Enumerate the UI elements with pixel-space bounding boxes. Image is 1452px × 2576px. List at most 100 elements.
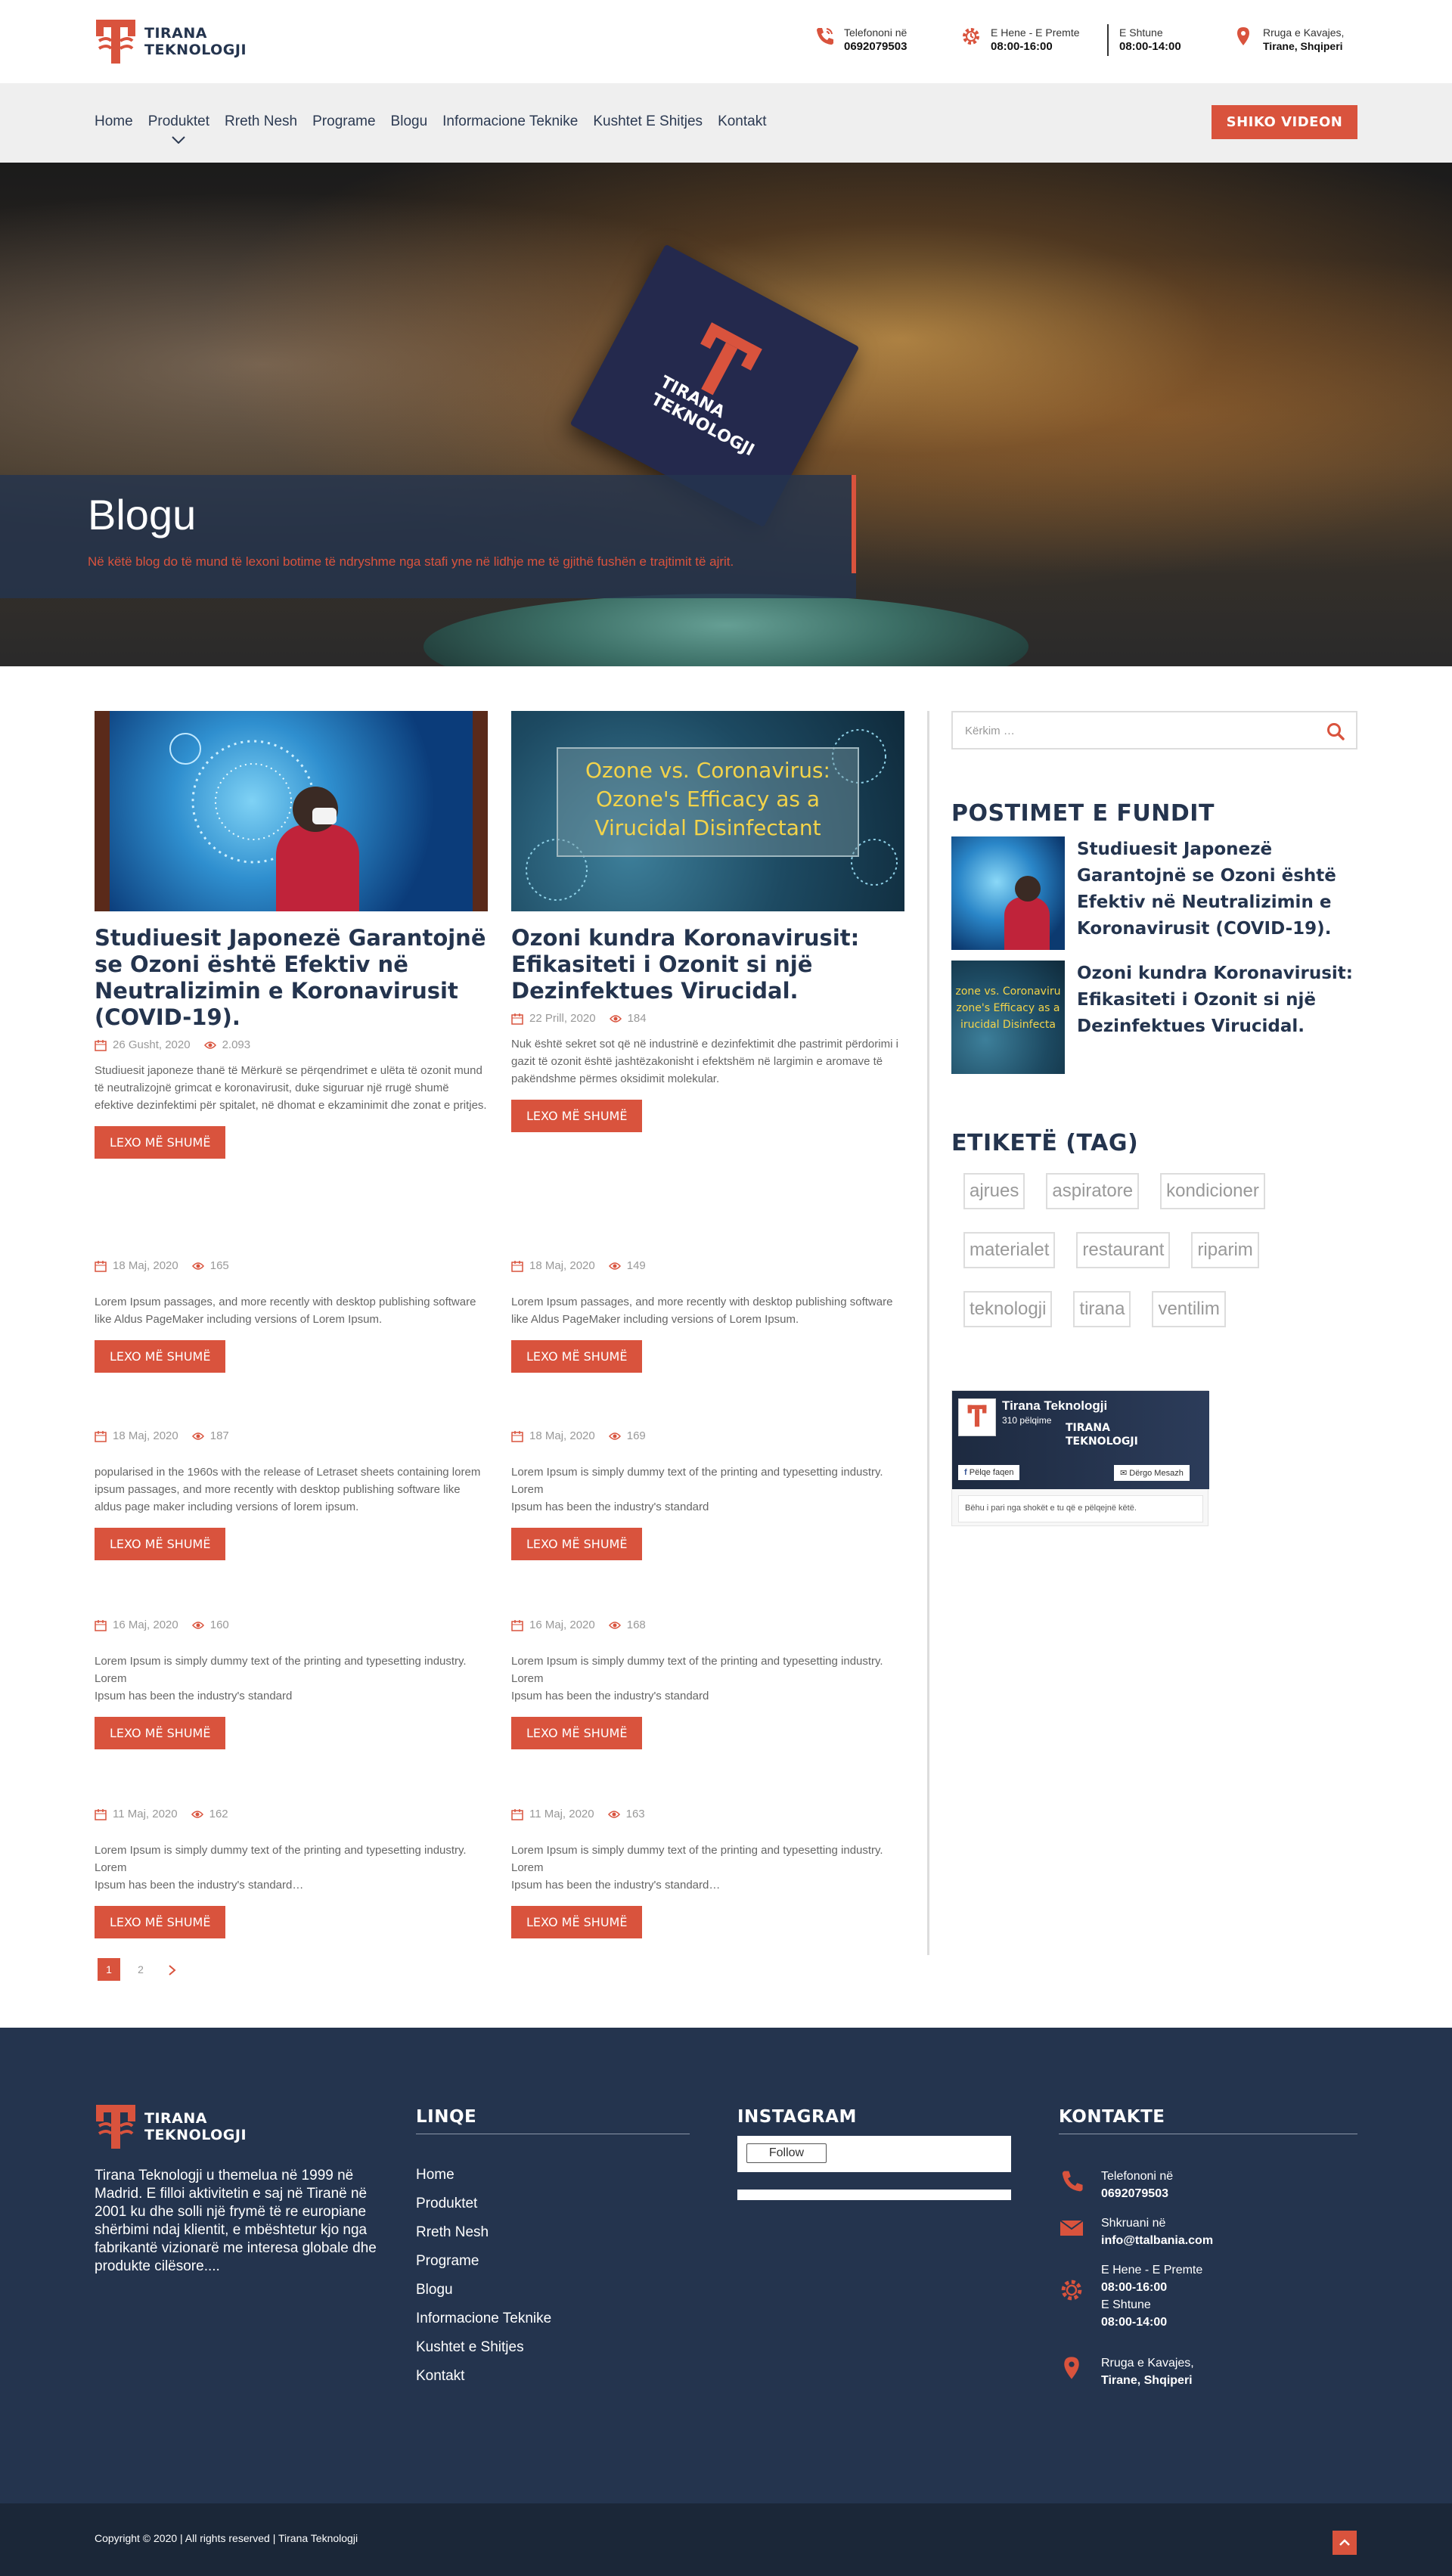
footer-link-kushtet-e-shitjes[interactable]: Kushtet e Shitjes (416, 2339, 551, 2356)
read-more-button[interactable]: LEXO MË SHUMË (511, 1528, 643, 1560)
search-icon[interactable] (1326, 722, 1345, 741)
tag-aspiratore[interactable]: aspiratore (1046, 1173, 1140, 1209)
footer-link-produktet[interactable]: Produktet (416, 2195, 551, 2212)
search-input[interactable] (965, 722, 1298, 740)
post-meta: 18 Maj, 2020 169 (511, 1429, 904, 1442)
facebook-message-label: Dërgo Mesazh (1129, 1469, 1184, 1478)
post-meta: 18 Maj, 2020 149 (511, 1259, 904, 1272)
footer-email[interactable]: Shkruani në info@ttalbania.com (1059, 2215, 1213, 2250)
post-thumbnail[interactable] (95, 711, 488, 911)
nav-item-rreth-nesh[interactable]: Rreth Nesh (225, 113, 297, 130)
facebook-like-button[interactable]: f Pëlqe faqen (958, 1465, 1020, 1480)
nav-item-blogu[interactable]: Blogu (391, 113, 428, 130)
post-title[interactable]: Ozoni kundra Koronavirusit: Efikasiteti … (511, 925, 904, 1004)
tag-restaurant[interactable]: restaurant (1076, 1232, 1171, 1268)
eye-icon (191, 1621, 204, 1629)
nav-item-produktet[interactable]: Produktet (148, 113, 209, 144)
post-excerpt: popularised in the 1960s with the releas… (95, 1466, 481, 1513)
tag-teknologji[interactable]: teknologji (963, 1291, 1053, 1327)
recent-post-title[interactable]: Ozoni kundra Koronavirusit: Efikasiteti … (1077, 961, 1357, 1074)
read-more-button[interactable]: LEXO MË SHUMË (511, 1717, 643, 1749)
logo-line1: TIRANA (144, 2110, 207, 2127)
read-more-button[interactable]: LEXO MË SHUMË (95, 1717, 226, 1749)
footer-hours-saturday-value: 08:00-14:00 (1101, 2316, 1168, 2329)
recent-post-item[interactable]: zone vs. Coronaviru zone's Efficacy as a… (951, 961, 1357, 1074)
footer-link-programe[interactable]: Programe (416, 2252, 551, 2270)
page-title: Blogu (88, 491, 197, 538)
nav-item-home[interactable]: Home (95, 113, 133, 130)
instagram-follow-button[interactable]: Follow (746, 2143, 827, 2163)
page-number-2[interactable]: 2 (129, 1958, 152, 1981)
post-meta: 16 Maj, 2020 160 (95, 1619, 488, 1631)
top-header: TIRANA TEKNOLOGJI Telefononi në 06920795… (0, 0, 1452, 83)
tag-ventilim[interactable]: ventilim (1152, 1291, 1226, 1327)
tag-ajrues[interactable]: ajrues (963, 1173, 1025, 1209)
recent-post-title[interactable]: Studiuesit Japonezë Garantojnë se Ozoni … (1077, 836, 1357, 950)
post-excerpt: Studiuesit japoneze thanë të Mërkurë se … (95, 1064, 487, 1112)
footer-link-rreth-nesh[interactable]: Rreth Nesh (416, 2224, 551, 2241)
read-more-button[interactable]: LEXO MË SHUMË (95, 1528, 226, 1560)
read-more-button[interactable]: LEXO MË SHUMË (511, 1100, 643, 1132)
content-sidebar-divider (927, 711, 929, 1955)
frame-right (473, 711, 488, 911)
hours-weekday-label: E Hene - E Premte (991, 26, 1080, 39)
recent-post-item[interactable]: Studiuesit Japonezë Garantojnë se Ozoni … (951, 836, 1357, 950)
back-to-top-button[interactable] (1333, 2531, 1357, 2555)
footer-link-kontakt[interactable]: Kontakt (416, 2367, 551, 2385)
chevron-up-icon (1339, 2539, 1350, 2546)
facebook-message-button[interactable]: ✉ Dërgo Mesazh (1114, 1465, 1190, 1481)
site-logo[interactable]: TIRANA TEKNOLOGJI (95, 18, 247, 65)
facebook-likes-count: 310 pëlqime (1002, 1415, 1052, 1426)
tag-kondicioner[interactable]: kondicioner (1160, 1173, 1265, 1209)
read-more-button[interactable]: LEXO MË SHUMË (511, 1340, 643, 1373)
post-views: 160 (209, 1619, 229, 1631)
footer-hours-weekday-label: E Hene - E Premte (1101, 2264, 1203, 2277)
footer-phone[interactable]: Telefononi në 0692079503 (1059, 2168, 1173, 2203)
facebook-avatar[interactable] (958, 1398, 996, 1436)
chevron-down-icon (172, 136, 186, 144)
facebook-friends-note: Bëhu i pari nga shokët e tu që e pëlqejn… (958, 1495, 1203, 1522)
footer-link-blogu[interactable]: Blogu (416, 2281, 551, 2298)
read-more-button[interactable]: LEXO MË SHUMË (511, 1906, 643, 1938)
recent-post-thumbnail[interactable]: zone vs. Coronaviru zone's Efficacy as a… (951, 961, 1065, 1074)
messenger-icon: ✉ (1120, 1469, 1130, 1478)
logo-line2: TEKNOLOGJI (144, 42, 247, 58)
blog-post-small: 11 Maj, 2020 163 Lorem Ipsum is simply d… (511, 1800, 904, 1938)
footer-link-home[interactable]: Home (416, 2166, 551, 2183)
eye-icon (608, 1432, 621, 1440)
watch-video-button[interactable]: SHIKO VIDEON (1212, 105, 1357, 139)
recent-post-thumbnail[interactable] (951, 836, 1065, 950)
nav-item-programe[interactable]: Programe (312, 113, 375, 130)
tag-tirana[interactable]: tirana (1073, 1291, 1131, 1327)
calendar-icon (511, 1430, 523, 1442)
footer-hours-saturday-label: E Shtune (1101, 2298, 1151, 2311)
location-pin-icon (1064, 2357, 1079, 2379)
header-phone[interactable]: Telefononi në 0692079503 (814, 26, 907, 54)
read-more-button[interactable]: LEXO MË SHUMË (95, 1906, 226, 1938)
post-meta: 16 Maj, 2020 168 (511, 1619, 904, 1631)
facebook-page-widget: Tirana Teknologji 310 pëlqime TIRANA TEK… (951, 1390, 1209, 1526)
post-excerpt: Lorem Ipsum is simply dummy text of the … (95, 1655, 467, 1702)
calendar-icon (95, 1260, 107, 1272)
tag-riparim[interactable]: riparim (1191, 1232, 1259, 1268)
facebook-page-name[interactable]: Tirana Teknologji (1002, 1398, 1107, 1414)
post-thumbnail[interactable]: Ozone vs. Coronavirus: Ozone's Efficacy … (511, 711, 904, 911)
nav-item-kushtet-e-shitjes[interactable]: Kushtet E Shitjes (593, 113, 703, 130)
eye-icon (607, 1810, 620, 1818)
search-box (951, 711, 1357, 750)
tag-materialet[interactable]: materialet (963, 1232, 1056, 1268)
read-more-button[interactable]: LEXO MË SHUMË (95, 1126, 226, 1159)
page-number-current[interactable]: 1 (98, 1958, 120, 1981)
calendar-icon (511, 1260, 523, 1272)
post-title[interactable]: Studiuesit Japonezë Garantojnë se Ozoni … (95, 925, 488, 1031)
next-page-button[interactable] (161, 1958, 184, 1981)
read-more-button[interactable]: LEXO MË SHUMË (95, 1340, 226, 1373)
nav-item-informacione-teknike[interactable]: Informacione Teknike (442, 113, 578, 130)
instagram-heading: INSTAGRAM (737, 2107, 857, 2127)
nav-item-kontakt[interactable]: Kontakt (718, 113, 766, 130)
page: TIRANA TEKNOLOGJI Telefononi në 06920795… (0, 0, 1452, 2576)
footer-link-informacione-teknike[interactable]: Informacione Teknike (416, 2310, 551, 2327)
footer-logo[interactable]: TIRANA TEKNOLOGJI (95, 2103, 247, 2150)
calendar-icon (511, 1619, 523, 1631)
facebook-cover[interactable]: Tirana Teknologji 310 pëlqime TIRANA TEK… (952, 1391, 1209, 1489)
